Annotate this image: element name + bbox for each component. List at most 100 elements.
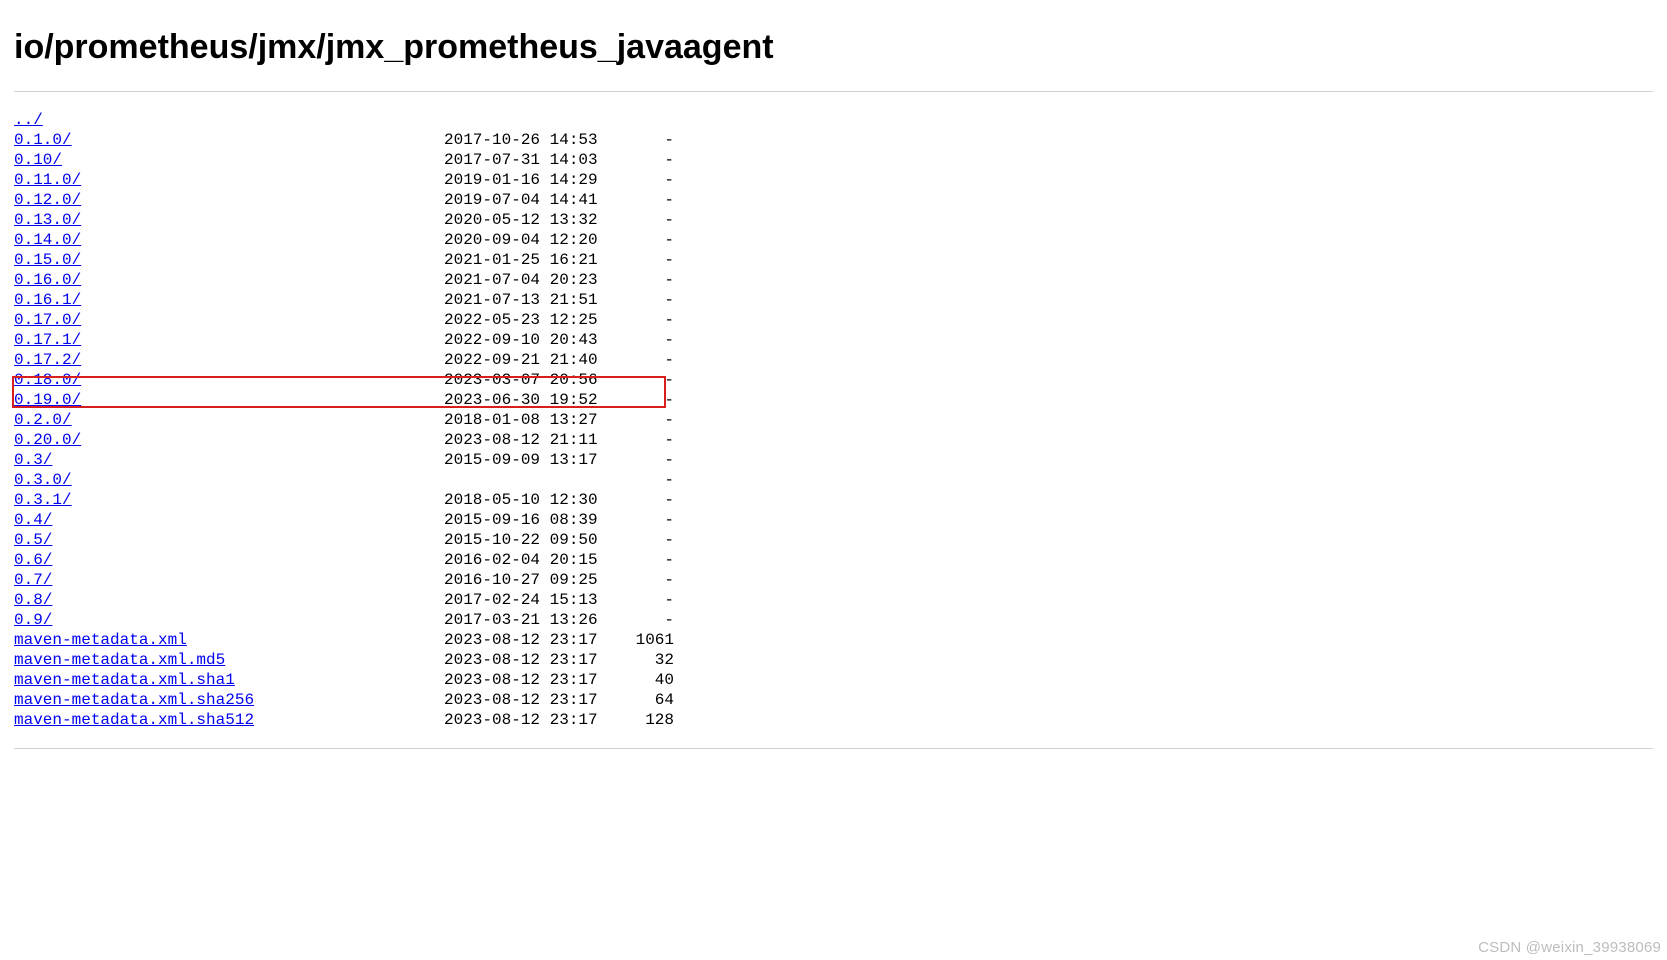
list-item: 0.2.0/2018-01-08 13:27- xyxy=(14,410,1653,430)
entry-size: - xyxy=(589,230,674,250)
entry-date: 2015-10-22 09:50 xyxy=(444,530,589,550)
entry-link[interactable]: maven-metadata.xml.sha1 xyxy=(14,671,235,689)
entry-link[interactable]: 0.15.0/ xyxy=(14,251,81,269)
entry-size: - xyxy=(589,290,674,310)
entry-size: - xyxy=(589,350,674,370)
entry-size: - xyxy=(589,150,674,170)
entry-link[interactable]: 0.14.0/ xyxy=(14,231,81,249)
list-item: ../ xyxy=(14,110,1653,130)
entry-link[interactable]: 0.6/ xyxy=(14,551,52,569)
entry-link[interactable]: maven-metadata.xml xyxy=(14,631,187,649)
entry-size: 40 xyxy=(589,670,674,690)
entry-link[interactable]: 0.12.0/ xyxy=(14,191,81,209)
entry-date: 2018-01-08 13:27 xyxy=(444,410,589,430)
entry-link[interactable]: 0.16.1/ xyxy=(14,291,81,309)
entry-link[interactable]: maven-metadata.xml.md5 xyxy=(14,651,225,669)
entry-size: - xyxy=(589,530,674,550)
entry-date: 2023-08-12 23:17 xyxy=(444,690,589,710)
list-item: 0.16.0/2021-07-04 20:23- xyxy=(14,270,1653,290)
entry-date: 2023-03-07 20:56 xyxy=(444,370,589,390)
entry-size: - xyxy=(589,410,674,430)
entry-date: 2023-08-12 23:17 xyxy=(444,630,589,650)
list-item: 0.9/2017-03-21 13:26- xyxy=(14,610,1653,630)
entry-date: 2023-08-12 23:17 xyxy=(444,670,589,690)
list-item: maven-metadata.xml 2023-08-12 23:171061 xyxy=(14,630,1653,650)
list-item: 0.15.0/2021-01-25 16:21- xyxy=(14,250,1653,270)
list-item: 0.18.0/2023-03-07 20:56- xyxy=(14,370,1653,390)
entry-date: 2015-09-16 08:39 xyxy=(444,510,589,530)
entry-link[interactable]: 0.18.0/ xyxy=(14,371,81,389)
entry-size: - xyxy=(589,130,674,150)
list-item: 0.5/2015-10-22 09:50- xyxy=(14,530,1653,550)
entry-link[interactable]: maven-metadata.xml.sha512 xyxy=(14,711,254,729)
entry-link[interactable]: 0.1.0/ xyxy=(14,131,72,149)
entry-date: 2019-07-04 14:41 xyxy=(444,190,589,210)
entry-link[interactable]: 0.19.0/ xyxy=(14,391,81,409)
list-item: 0.19.0/2023-06-30 19:52- xyxy=(14,390,1653,410)
entry-date: 2015-09-09 13:17 xyxy=(444,450,589,470)
entry-size: - xyxy=(589,510,674,530)
entry-size: - xyxy=(589,370,674,390)
entry-date: 2022-05-23 12:25 xyxy=(444,310,589,330)
page-title: io/prometheus/jmx/jmx_prometheus_javaage… xyxy=(14,28,1653,67)
entry-size: - xyxy=(589,610,674,630)
entry-size: 32 xyxy=(589,650,674,670)
watermark: CSDN @weixin_39938069 xyxy=(1478,939,1661,956)
entry-size: - xyxy=(589,390,674,410)
entry-link[interactable]: 0.17.0/ xyxy=(14,311,81,329)
entry-link[interactable]: 0.5/ xyxy=(14,531,52,549)
entry-date: 2023-08-12 21:11 xyxy=(444,430,589,450)
directory-listing: ../0.1.0/2017-10-26 14:53-0.10/2017-07-3… xyxy=(14,110,1653,730)
entry-link[interactable]: 0.3.1/ xyxy=(14,491,72,509)
entry-size: - xyxy=(589,310,674,330)
entry-link[interactable]: 0.17.1/ xyxy=(14,331,81,349)
entry-link[interactable]: 0.3.0/ xyxy=(14,471,72,489)
entry-link[interactable]: 0.13.0/ xyxy=(14,211,81,229)
entry-date: 2022-09-10 20:43 xyxy=(444,330,589,350)
entry-size: - xyxy=(589,470,674,490)
entry-date: 2018-05-10 12:30 xyxy=(444,490,589,510)
entry-link[interactable]: 0.8/ xyxy=(14,591,52,609)
entry-link[interactable]: 0.2.0/ xyxy=(14,411,72,429)
entry-size: 1061 xyxy=(589,630,674,650)
parent-link[interactable]: ../ xyxy=(14,111,43,129)
entry-date: 2023-08-12 23:17 xyxy=(444,710,589,730)
list-item: 0.7/2016-10-27 09:25- xyxy=(14,570,1653,590)
bottom-divider xyxy=(14,748,1653,749)
list-item: maven-metadata.xml.sha256 2023-08-12 23:1… xyxy=(14,690,1653,710)
entry-date: 2021-01-25 16:21 xyxy=(444,250,589,270)
list-item: 0.11.0/2019-01-16 14:29- xyxy=(14,170,1653,190)
entry-link[interactable]: 0.17.2/ xyxy=(14,351,81,369)
entry-date: 2017-07-31 14:03 xyxy=(444,150,589,170)
entry-size: - xyxy=(589,430,674,450)
entry-date: 2022-09-21 21:40 xyxy=(444,350,589,370)
entry-date: 2020-05-12 13:32 xyxy=(444,210,589,230)
entry-size: - xyxy=(589,450,674,470)
entry-link[interactable]: 0.4/ xyxy=(14,511,52,529)
entry-date: 2023-06-30 19:52 xyxy=(444,390,589,410)
list-item: 0.20.0/2023-08-12 21:11- xyxy=(14,430,1653,450)
entry-date: 2021-07-13 21:51 xyxy=(444,290,589,310)
list-item: 0.10/2017-07-31 14:03- xyxy=(14,150,1653,170)
entry-date: 2017-02-24 15:13 xyxy=(444,590,589,610)
entry-link[interactable]: maven-metadata.xml.sha256 xyxy=(14,691,254,709)
list-item: 0.13.0/2020-05-12 13:32- xyxy=(14,210,1653,230)
list-item: 0.14.0/2020-09-04 12:20- xyxy=(14,230,1653,250)
list-item: 0.3/2015-09-09 13:17- xyxy=(14,450,1653,470)
entry-link[interactable]: 0.11.0/ xyxy=(14,171,81,189)
list-item: 0.1.0/2017-10-26 14:53- xyxy=(14,130,1653,150)
entry-size: - xyxy=(589,250,674,270)
entry-link[interactable]: 0.7/ xyxy=(14,571,52,589)
entry-link[interactable]: 0.3/ xyxy=(14,451,52,469)
entry-link[interactable]: 0.9/ xyxy=(14,611,52,629)
entry-link[interactable]: 0.20.0/ xyxy=(14,431,81,449)
list-item: 0.12.0/2019-07-04 14:41- xyxy=(14,190,1653,210)
list-item: 0.17.0/2022-05-23 12:25- xyxy=(14,310,1653,330)
entry-link[interactable]: 0.16.0/ xyxy=(14,271,81,289)
entry-link[interactable]: 0.10/ xyxy=(14,151,62,169)
entry-date: 2017-03-21 13:26 xyxy=(444,610,589,630)
entry-size: - xyxy=(589,590,674,610)
entry-size: - xyxy=(589,550,674,570)
entry-date: 2017-10-26 14:53 xyxy=(444,130,589,150)
entry-date: 2021-07-04 20:23 xyxy=(444,270,589,290)
